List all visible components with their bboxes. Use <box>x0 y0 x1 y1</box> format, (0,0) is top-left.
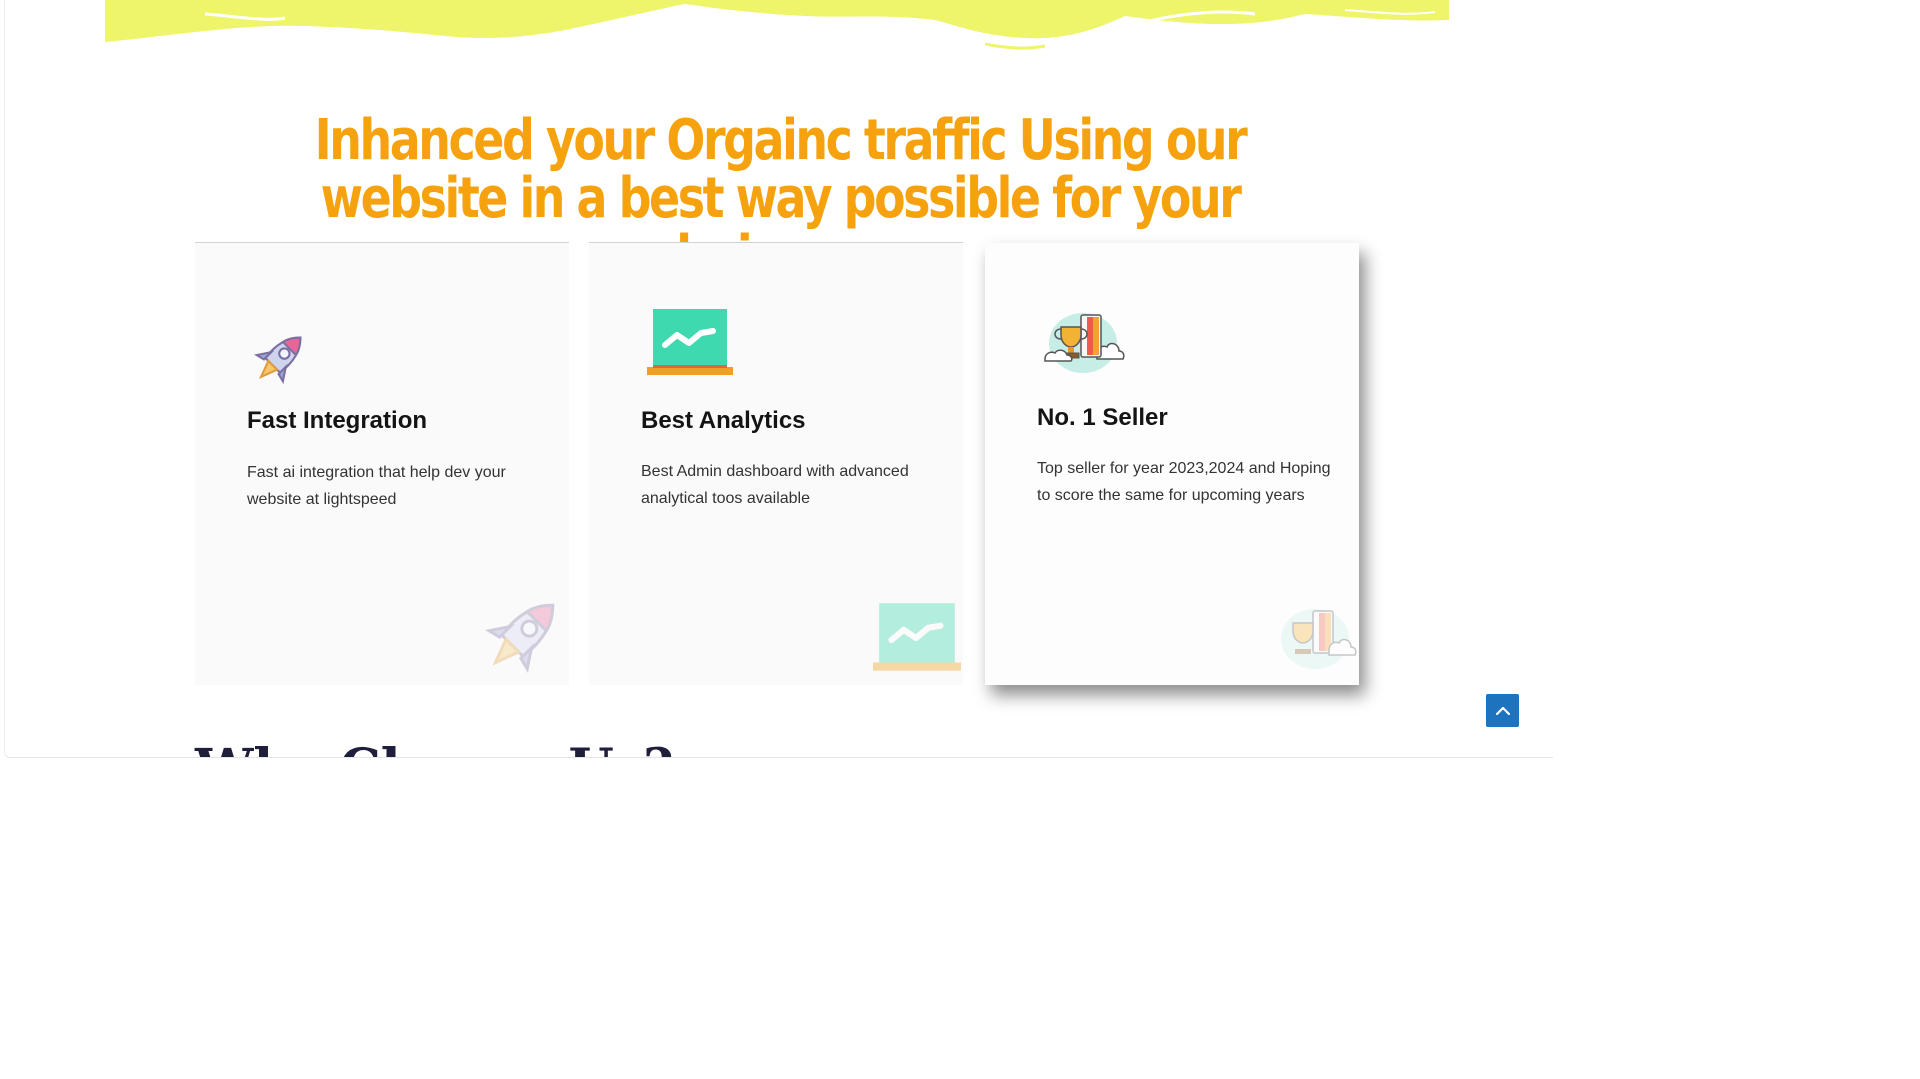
rocket-watermark-icon <box>484 603 555 674</box>
feature-card-no1-seller: No. 1 Seller Top seller for year 2023,20… <box>985 243 1359 685</box>
analytics-chart-icon <box>647 309 733 375</box>
feature-title: No. 1 Seller <box>1037 404 1168 431</box>
analytics-watermark-icon <box>873 603 961 671</box>
feature-description: Best Admin dashboard with advanced analy… <box>641 463 909 507</box>
yellow-wave-decoration <box>105 0 1449 50</box>
feature-title: Fast Integration <box>247 407 428 434</box>
trophy-icon <box>1044 313 1125 373</box>
feature-card-fast-integration: Fast Integration Fast ai integration tha… <box>195 242 569 685</box>
chevron-up-icon <box>1495 706 1510 715</box>
scroll-to-top-button[interactable] <box>1486 694 1519 727</box>
feature-card-best-analytics: Best Analytics Best Admin dashboard with… <box>589 242 963 685</box>
feature-description: Fast ai integration that help dev your w… <box>247 464 506 508</box>
page-viewport: Inhanced your Orgainc traffic Using our … <box>4 0 1553 758</box>
rocket-icon <box>253 336 302 385</box>
scrollbar-track[interactable] <box>1551 0 1553 757</box>
trophy-watermark-icon <box>1281 609 1357 669</box>
feature-title: Best Analytics <box>641 407 806 434</box>
feature-description: Top seller for year 2023,2024 and Hoping… <box>1037 460 1331 504</box>
next-section-title: Why Choose Us? <box>195 738 674 757</box>
